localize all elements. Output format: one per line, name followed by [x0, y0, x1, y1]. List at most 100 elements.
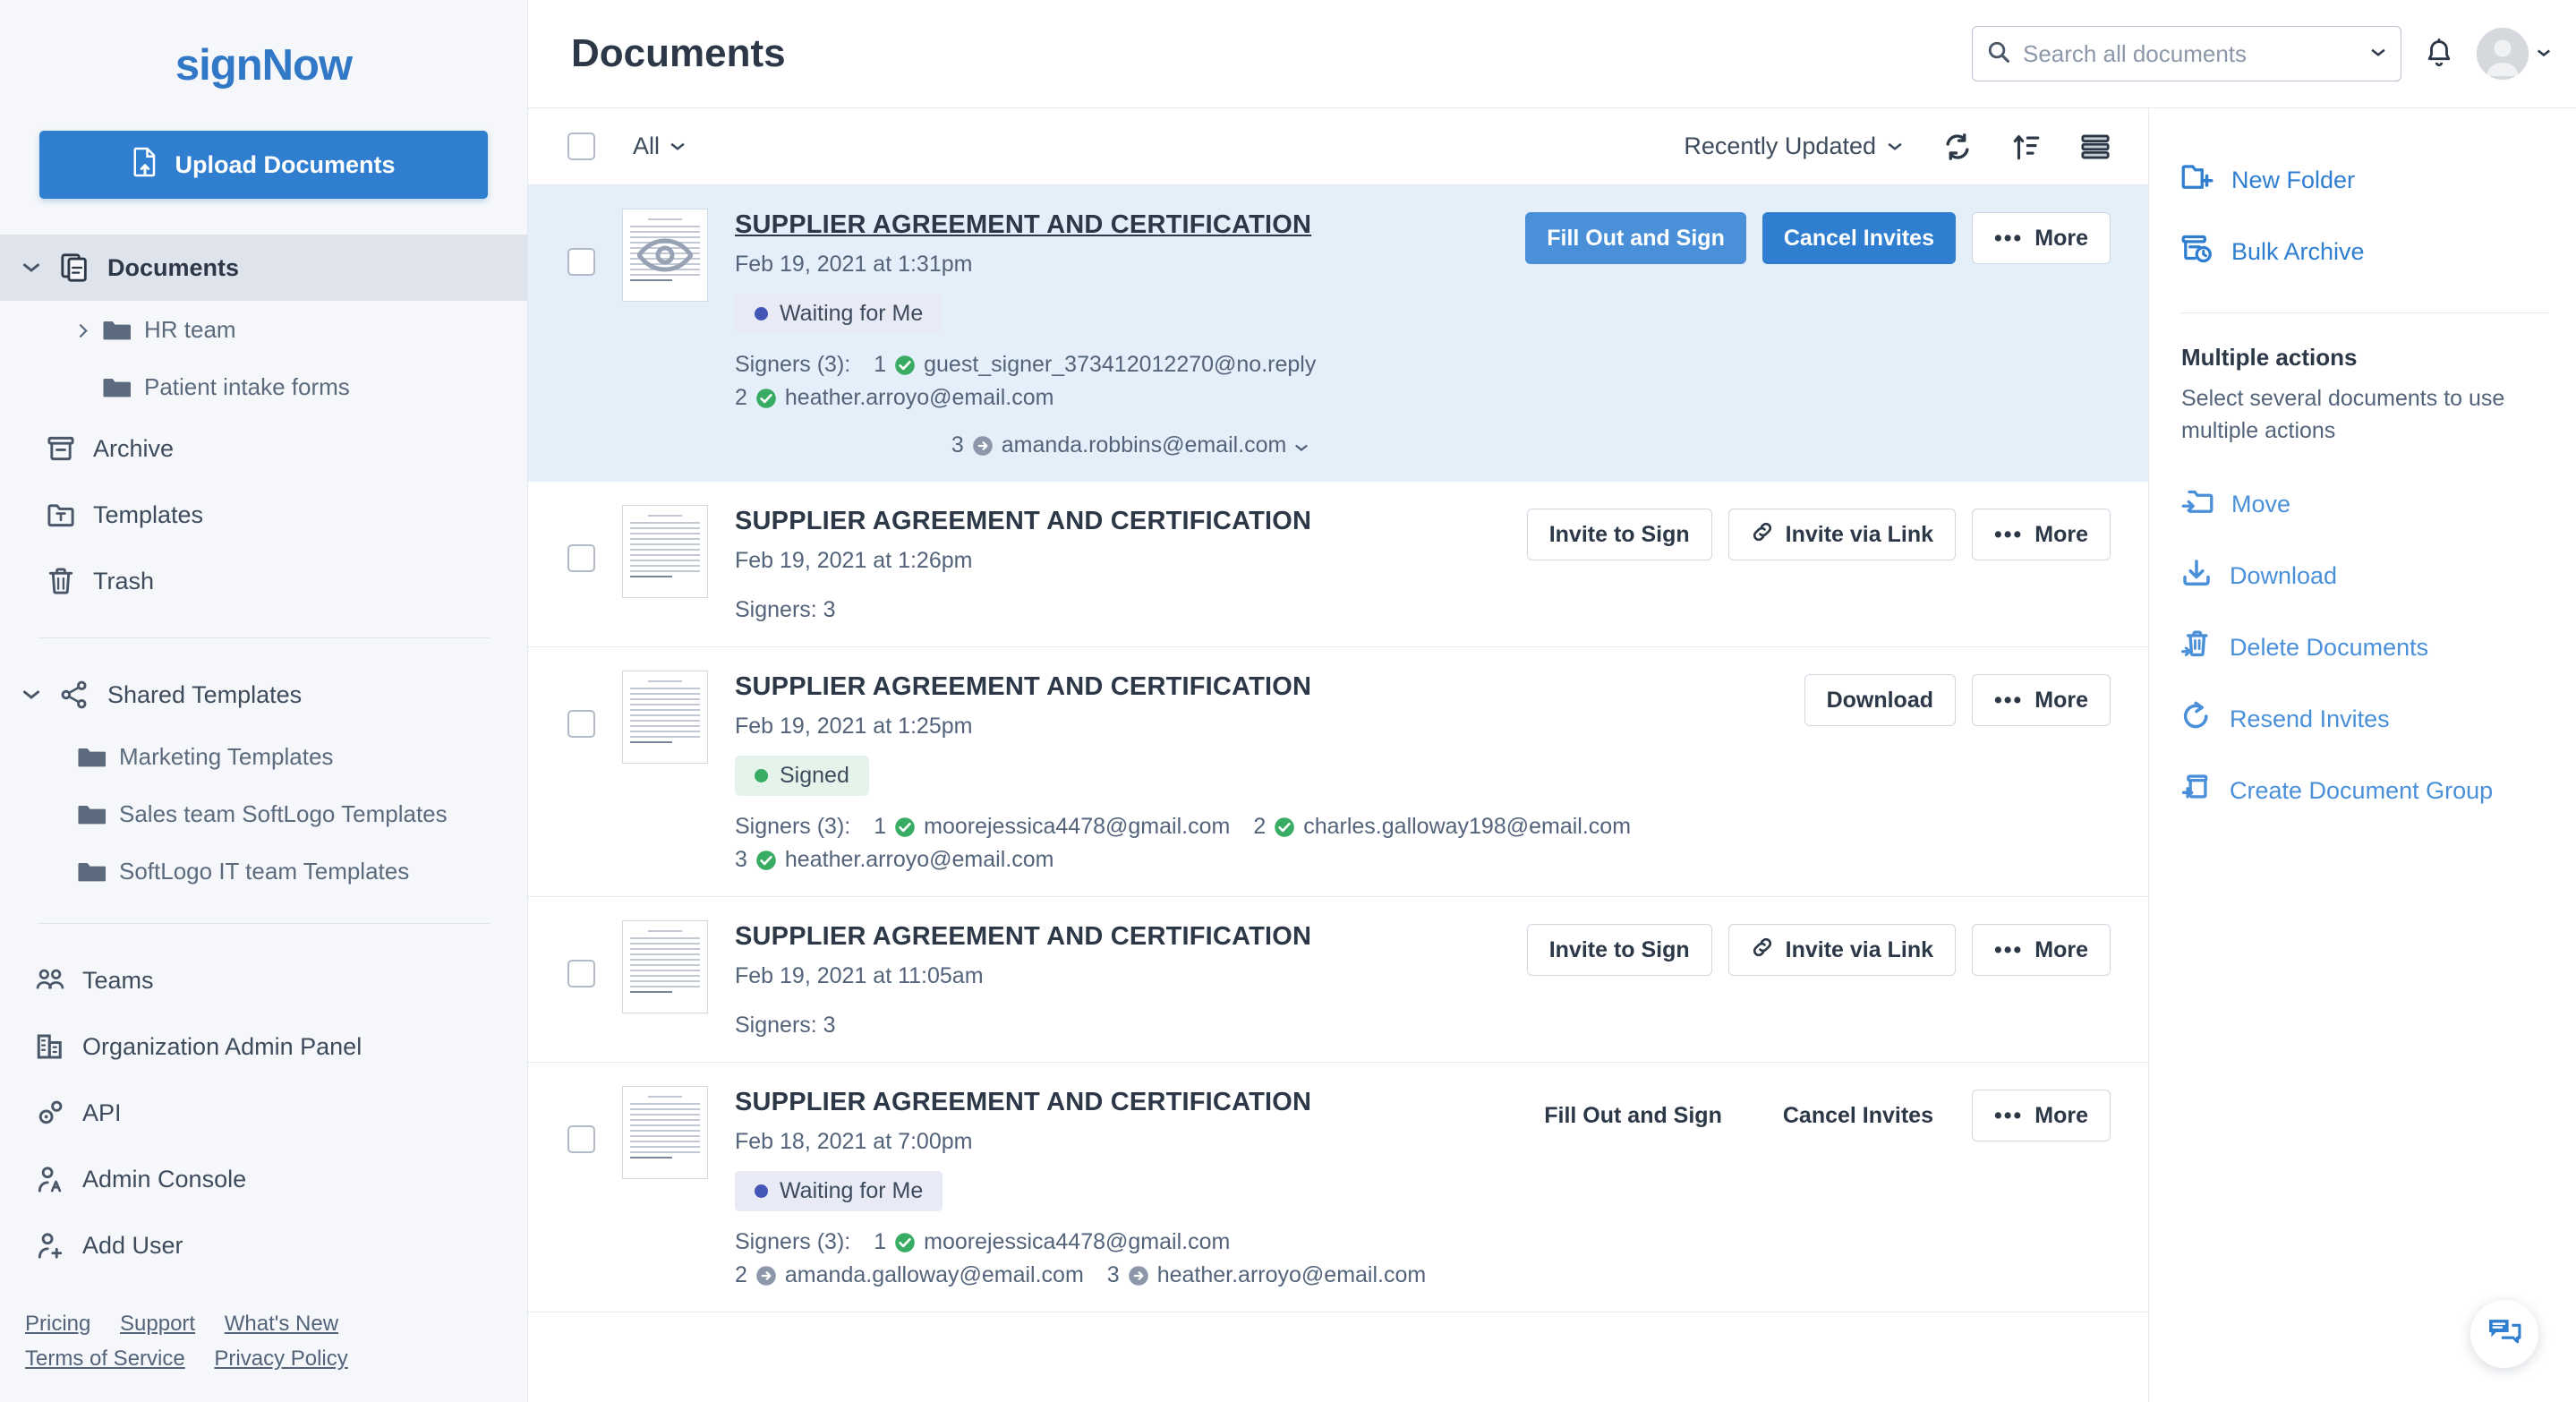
- sidebar-item-label: Organization Admin Panel: [82, 1032, 363, 1060]
- fill-out-and-sign-button[interactable]: Fill Out and Sign: [1525, 212, 1746, 264]
- sort-icon[interactable]: [2012, 132, 2041, 162]
- row-checkbox[interactable]: [567, 960, 595, 987]
- sidebar-item-add-user[interactable]: Add User: [0, 1212, 527, 1278]
- new-folder-button[interactable]: New Folder: [2181, 144, 2576, 216]
- more-button[interactable]: ••• More: [1972, 924, 2111, 976]
- footer-link-whats-new[interactable]: What's New: [225, 1312, 338, 1336]
- sidebar-item-patient-intake-forms[interactable]: Patient intake forms: [0, 358, 527, 415]
- cancel-invites-button[interactable]: Cancel Invites: [1761, 1090, 1956, 1141]
- sidebar-item-archive[interactable]: Archive: [0, 415, 527, 482]
- signer-item[interactable]: 1 moorejessica4478@gmail.com: [874, 814, 1230, 840]
- document-thumbnail[interactable]: [622, 505, 708, 598]
- signer-item[interactable]: 3 amanda.robbins@email.com: [951, 432, 1309, 458]
- sidebar-item-shared-templates[interactable]: Shared Templates: [0, 662, 527, 728]
- document-thumbnail[interactable]: [622, 920, 708, 1013]
- upload-documents-button[interactable]: Upload Documents: [39, 131, 488, 199]
- download-button[interactable]: Download: [1804, 674, 1956, 726]
- cancel-invites-button[interactable]: Cancel Invites: [1761, 212, 1956, 264]
- document-title[interactable]: SUPPLIER AGREEMENT AND CERTIFICATION: [735, 210, 1311, 240]
- row-checkbox[interactable]: [567, 248, 595, 276]
- move-button[interactable]: Move: [2181, 469, 2576, 541]
- table-row[interactable]: SUPPLIER AGREEMENT AND CERTIFICATION Feb…: [528, 1063, 2148, 1312]
- chevron-down-icon[interactable]: [20, 689, 43, 700]
- sidebar-item-api[interactable]: API: [0, 1080, 527, 1146]
- invite-via-link-button[interactable]: Invite via Link: [1727, 509, 1956, 560]
- search-input[interactable]: [2023, 39, 2358, 68]
- sidebar-item-label: SoftLogo IT team Templates: [119, 857, 410, 885]
- signer-item[interactable]: 1 guest_signer_373412012270@no.reply: [874, 352, 1316, 378]
- document-title[interactable]: SUPPLIER AGREEMENT AND CERTIFICATION: [735, 672, 1311, 702]
- sidebar-item-softlogo-it-team-templates[interactable]: SoftLogo IT team Templates: [0, 842, 527, 900]
- more-button[interactable]: ••• More: [1972, 212, 2111, 264]
- table-row[interactable]: SUPPLIER AGREEMENT AND CERTIFICATION Feb…: [528, 482, 2148, 647]
- sort-dropdown[interactable]: Recently Updated: [1684, 133, 1903, 160]
- signer-caret-icon[interactable]: [1294, 432, 1309, 458]
- bulk-archive-button[interactable]: Bulk Archive: [2181, 216, 2576, 287]
- sidebar-item-organization-admin-panel[interactable]: Organization Admin Panel: [0, 1013, 527, 1080]
- notifications-bell-icon[interactable]: [2425, 38, 2453, 69]
- document-thumbnail[interactable]: [622, 209, 708, 302]
- create-document-group-button[interactable]: Create Document Group: [2181, 756, 2576, 827]
- chevron-down-icon[interactable]: [20, 262, 43, 273]
- download-button[interactable]: Download: [2181, 541, 2576, 612]
- sidebar-item-teams[interactable]: Teams: [0, 947, 527, 1013]
- footer-link-terms-of-service[interactable]: Terms of Service: [25, 1346, 185, 1371]
- sidebar-item-label: Patient intake forms: [144, 372, 350, 400]
- document-thumbnail[interactable]: [622, 1086, 708, 1179]
- row-checkbox-wrap: [567, 671, 595, 873]
- folder-icon: [77, 746, 106, 768]
- search-box[interactable]: [1972, 26, 2401, 81]
- search-dropdown-caret-icon[interactable]: [2370, 46, 2386, 62]
- more-button[interactable]: ••• More: [1972, 674, 2111, 726]
- sidebar-item-admin-console[interactable]: Admin Console: [0, 1146, 527, 1212]
- user-menu[interactable]: [2477, 28, 2551, 80]
- invite-to-sign-button[interactable]: Invite to Sign: [1526, 924, 1712, 976]
- sidebar-item-sales-team-softlogo-templates[interactable]: Sales team SoftLogo Templates: [0, 785, 527, 842]
- document-thumbnail[interactable]: [622, 671, 708, 764]
- organization-icon: [32, 1033, 68, 1060]
- row-checkbox[interactable]: [567, 1125, 595, 1153]
- table-row[interactable]: SUPPLIER AGREEMENT AND CERTIFICATION Feb…: [528, 647, 2148, 897]
- delete-documents-button[interactable]: Delete Documents: [2181, 612, 2576, 684]
- document-title[interactable]: SUPPLIER AGREEMENT AND CERTIFICATION: [735, 922, 1311, 952]
- fill-out-and-sign-button[interactable]: Fill Out and Sign: [1522, 1090, 1744, 1141]
- signer-item[interactable]: 2 heather.arroyo@email.com: [735, 385, 1053, 411]
- invite-to-sign-button[interactable]: Invite to Sign: [1526, 509, 1712, 560]
- footer-link-support[interactable]: Support: [120, 1312, 195, 1336]
- table-row[interactable]: SUPPLIER AGREEMENT AND CERTIFICATION Feb…: [528, 897, 2148, 1063]
- table-row[interactable]: SUPPLIER AGREEMENT AND CERTIFICATION Feb…: [528, 185, 2148, 482]
- chevron-right-icon[interactable]: [77, 316, 89, 344]
- signer-number: 1: [874, 814, 887, 839]
- view-density-icon[interactable]: [2080, 133, 2111, 160]
- chevron-down-icon: [1888, 142, 1902, 150]
- footer-link-pricing[interactable]: Pricing: [25, 1312, 90, 1336]
- filter-dropdown[interactable]: All: [633, 133, 686, 160]
- signer-item[interactable]: 2 charles.galloway198@email.com: [1253, 814, 1631, 840]
- signer-item[interactable]: 2 amanda.galloway@email.com: [735, 1262, 1084, 1288]
- sidebar-item-trash[interactable]: Trash: [0, 548, 527, 614]
- resend-invites-button[interactable]: Resend Invites: [2181, 684, 2576, 756]
- logo[interactable]: signNow: [0, 0, 527, 131]
- footer-link-privacy-policy[interactable]: Privacy Policy: [214, 1346, 347, 1371]
- signer-item[interactable]: 1 moorejessica4478@gmail.com: [874, 1229, 1230, 1255]
- user-menu-caret-icon[interactable]: [2537, 46, 2551, 62]
- signer-item[interactable]: 3 heather.arroyo@email.com: [1107, 1262, 1426, 1288]
- check-circle-icon: [755, 388, 777, 409]
- sidebar-item-documents[interactable]: Documents: [0, 235, 527, 301]
- row-checkbox[interactable]: [567, 544, 595, 572]
- row-checkbox[interactable]: [567, 710, 595, 738]
- sidebar-item-templates[interactable]: Templates: [0, 482, 527, 548]
- invite-via-link-button[interactable]: Invite via Link: [1727, 924, 1956, 976]
- select-all-checkbox[interactable]: [567, 133, 595, 160]
- sidebar-item-hr-team[interactable]: HR team: [0, 301, 527, 358]
- sidebar-item-marketing-templates[interactable]: Marketing Templates: [0, 728, 527, 785]
- signer-item[interactable]: 3 heather.arroyo@email.com: [735, 847, 1053, 873]
- chat-support-button[interactable]: [2470, 1300, 2538, 1368]
- refresh-icon[interactable]: [1942, 132, 1973, 162]
- document-title[interactable]: SUPPLIER AGREEMENT AND CERTIFICATION: [735, 507, 1311, 536]
- more-button[interactable]: ••• More: [1972, 509, 2111, 560]
- more-label: More: [2034, 936, 2088, 962]
- document-title[interactable]: SUPPLIER AGREEMENT AND CERTIFICATION: [735, 1088, 1311, 1117]
- more-button[interactable]: ••• More: [1972, 1090, 2111, 1141]
- sidebar-item-label: Templates: [93, 500, 204, 528]
